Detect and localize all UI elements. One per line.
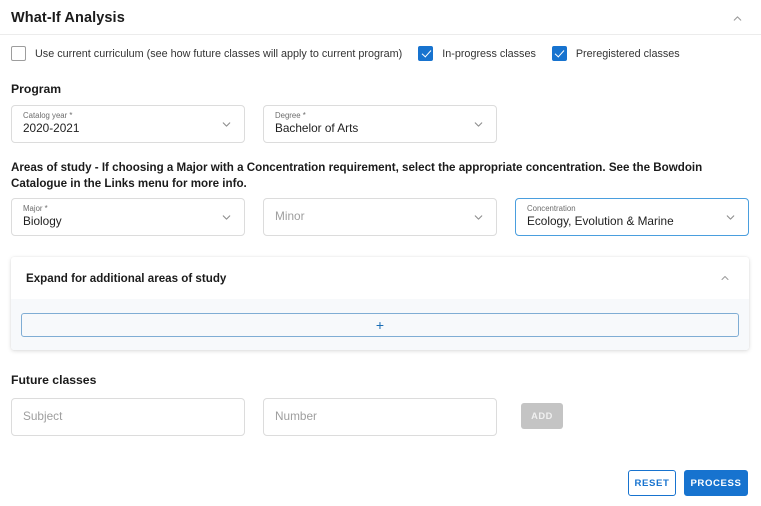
section-heading-program: Program [11, 82, 62, 96]
chevron-up-icon[interactable] [715, 268, 735, 288]
checkbox-preregistered-classes[interactable]: Preregistered classes [551, 46, 680, 61]
major-content: Major * Biology [23, 205, 212, 228]
areas-of-study-description: Areas of study - If choosing a Major wit… [11, 161, 703, 190]
page-title: What-If Analysis [11, 10, 125, 26]
checkbox-box-checked-icon[interactable] [551, 46, 567, 61]
number-input[interactable]: Number [263, 398, 497, 436]
subject-input[interactable]: Subject [11, 398, 245, 436]
process-button[interactable]: PROCESS [684, 470, 748, 496]
degree-value: Bachelor of Arts [275, 122, 359, 135]
checkbox-label-in-progress-classes: In-progress classes [442, 47, 536, 60]
minor-select[interactable]: Minor [263, 198, 497, 236]
checkbox-label-preregistered-classes: Preregistered classes [575, 47, 680, 60]
chevron-down-icon[interactable] [218, 209, 234, 225]
major-select[interactable]: Major * Biology [11, 198, 245, 236]
add-class-button[interactable]: ADD [521, 403, 563, 429]
reset-button[interactable]: RESET [628, 470, 676, 496]
number-placeholder: Number [275, 410, 317, 424]
degree-content: Degree * Bachelor of Arts [275, 112, 464, 135]
checkbox-label-use-current-curriculum: Use current curriculum (see how future c… [35, 47, 403, 60]
minor-content: Minor [275, 210, 464, 224]
subject-content: Subject [23, 410, 234, 424]
degree-select[interactable]: Degree * Bachelor of Arts [263, 105, 497, 143]
what-if-analysis-page: What-If Analysis Use current curriculum … [0, 0, 761, 506]
additional-areas-toggle[interactable]: Expand for additional areas of study [11, 257, 749, 299]
catalog-year-value: 2020-2021 [23, 122, 80, 135]
additional-areas-body: + [11, 299, 749, 350]
options-checkbox-row: Use current curriculum (see how future c… [11, 46, 680, 61]
catalog-year-label: Catalog year * [23, 112, 73, 121]
catalog-year-content: Catalog year * 2020-2021 [23, 112, 212, 135]
minor-placeholder: Minor [275, 210, 305, 224]
chevron-down-icon[interactable] [218, 116, 234, 132]
chevron-down-icon[interactable] [470, 209, 486, 225]
catalog-year-select[interactable]: Catalog year * 2020-2021 [11, 105, 245, 143]
chevron-up-icon[interactable] [727, 8, 747, 28]
add-area-of-study-button[interactable]: + [21, 312, 739, 337]
concentration-label: Concentration [527, 205, 576, 214]
concentration-content: Concentration Ecology, Evolution & Marin… [527, 205, 716, 228]
concentration-value: Ecology, Evolution & Marine [527, 215, 674, 228]
major-label: Major * [23, 205, 48, 214]
section-heading-future-classes: Future classes [11, 373, 97, 387]
checkbox-use-current-curriculum[interactable]: Use current curriculum (see how future c… [11, 46, 402, 61]
degree-label: Degree * [275, 112, 306, 121]
chevron-down-icon[interactable] [722, 209, 738, 225]
subject-placeholder: Subject [23, 410, 63, 424]
header-divider [0, 34, 761, 35]
concentration-select[interactable]: Concentration Ecology, Evolution & Marin… [515, 198, 749, 236]
additional-areas-title: Expand for additional areas of study [26, 271, 227, 285]
checkbox-box-unchecked-icon[interactable] [11, 46, 26, 61]
additional-areas-of-study-panel: Expand for additional areas of study + [11, 257, 749, 350]
chevron-down-icon[interactable] [470, 116, 486, 132]
checkbox-in-progress-classes[interactable]: In-progress classes [418, 46, 536, 61]
panel-header: What-If Analysis [0, 0, 761, 36]
number-content: Number [275, 410, 486, 424]
plus-icon: + [375, 316, 385, 333]
checkbox-box-checked-icon[interactable] [418, 46, 434, 61]
major-value: Biology [23, 215, 62, 228]
